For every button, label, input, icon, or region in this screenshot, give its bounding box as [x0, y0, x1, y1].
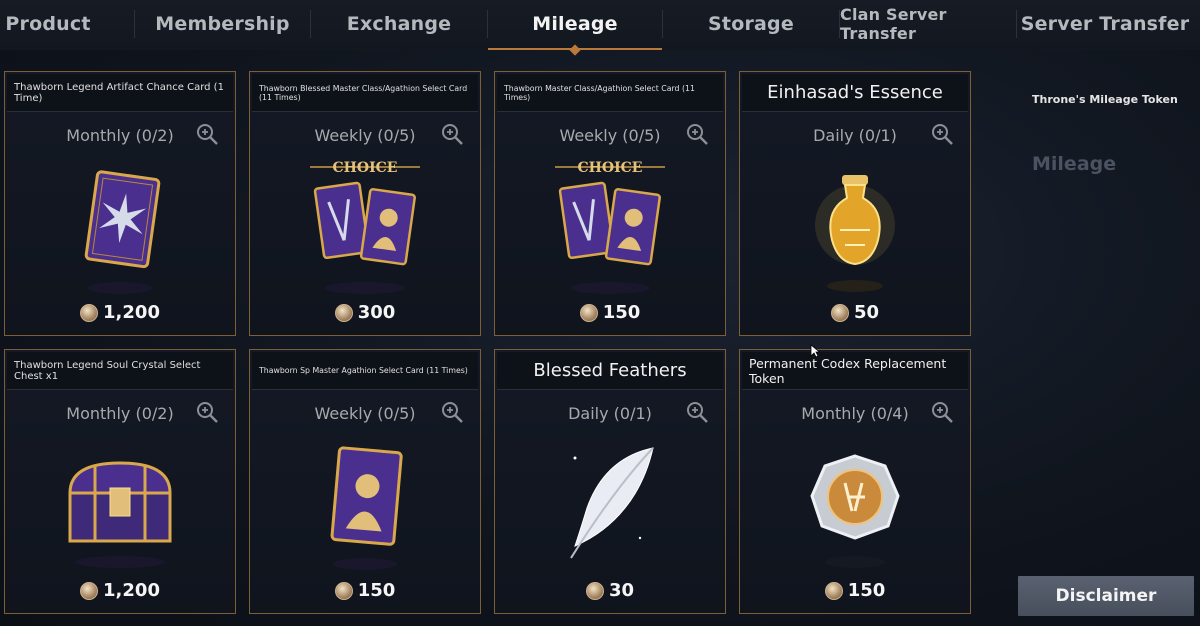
price-value: 1,200 — [103, 580, 160, 601]
card-title: Thawborn Legend Soul Crystal Select Ches… — [7, 352, 233, 390]
choice-cards-icon: CHOICE — [555, 160, 665, 294]
card-title: Thawborn Sp Master Agathion Select Card … — [252, 352, 478, 390]
price-value: 150 — [602, 302, 641, 323]
product-card-soul-crystal-chest[interactable]: Thawborn Legend Soul Crystal Select Ches… — [4, 349, 236, 614]
card-title: Permanent Codex Replacement Token — [742, 352, 968, 390]
product-card-einhasad-essence[interactable]: Einhasad's Essence Daily (0/1) 50 — [739, 71, 971, 336]
tab-server-transfer[interactable]: Server Transfer — [1017, 0, 1193, 48]
tab-product[interactable]: Product — [0, 0, 96, 48]
choice-badge: CHOICE — [578, 160, 643, 176]
mileage-coin-icon — [585, 581, 604, 600]
agathion-card-icon — [330, 446, 403, 570]
tab-storage[interactable]: Storage — [663, 0, 839, 48]
product-card-codex-replacement-token[interactable]: Permanent Codex Replacement Token Monthl… — [739, 349, 971, 614]
mileage-coin-icon — [80, 581, 99, 600]
choice-cards-icon: CHOICE — [310, 160, 420, 294]
zoom-icon[interactable] — [195, 400, 219, 424]
card-title: Thawborn Legend Artifact Chance Card (1 … — [7, 74, 233, 112]
product-card-sp-master-agathion[interactable]: Thawborn Sp Master Agathion Select Card … — [249, 349, 481, 614]
mileage-coin-icon — [334, 303, 353, 322]
artifact-card-icon — [84, 170, 161, 294]
product-card-artifact-chance[interactable]: Thawborn Legend Artifact Chance Card (1 … — [4, 71, 236, 336]
card-title: Thawborn Master Class/Agathion Select Ca… — [497, 74, 723, 112]
mileage-coin-icon — [830, 303, 849, 322]
feather-icon — [570, 447, 654, 559]
mileage-coin-icon — [334, 581, 353, 600]
zoom-icon[interactable] — [195, 122, 219, 146]
mileage-balance-label: Mileage — [1032, 153, 1117, 175]
tab-membership[interactable]: Membership — [135, 0, 310, 48]
card-title: Einhasad's Essence — [742, 74, 968, 112]
mileage-coin-icon — [579, 303, 598, 322]
price: 300 — [250, 302, 480, 323]
product-card-blessed-master-select[interactable]: Thawborn Blessed Master Class/Agathion S… — [249, 71, 481, 336]
tab-exchange[interactable]: Exchange — [311, 0, 487, 48]
zoom-icon[interactable] — [930, 122, 954, 146]
top-tab-bar: Product Membership Exchange Mileage Stor… — [0, 0, 1200, 50]
choice-badge: CHOICE — [333, 160, 398, 176]
card-title: Blessed Feathers — [497, 352, 723, 390]
tab-mileage[interactable]: Mileage — [488, 0, 662, 50]
mouse-cursor-icon — [810, 344, 820, 358]
price: 1,200 — [5, 580, 235, 601]
tab-clan-server-transfer[interactable]: Clan Server Transfer — [840, 0, 1016, 48]
codex-token-icon — [810, 454, 900, 568]
zoom-icon[interactable] — [685, 400, 709, 424]
price-value: 30 — [608, 580, 635, 601]
product-card-blessed-feathers[interactable]: Blessed Feathers Daily (0/1) 30 — [494, 349, 726, 614]
price: 150 — [250, 580, 480, 601]
price: 150 — [495, 302, 725, 323]
disclaimer-button[interactable]: Disclaimer — [1018, 576, 1194, 616]
mileage-coin-icon — [80, 303, 99, 322]
price: 30 — [495, 580, 725, 601]
golden-vase-icon — [815, 175, 895, 292]
price-value: 50 — [853, 302, 880, 323]
product-card-master-class-select[interactable]: Thawborn Master Class/Agathion Select Ca… — [494, 71, 726, 336]
price: 150 — [740, 580, 970, 601]
price-value: 150 — [357, 580, 396, 601]
card-title: Thawborn Blessed Master Class/Agathion S… — [252, 74, 478, 112]
zoom-icon[interactable] — [440, 122, 464, 146]
treasure-chest-icon — [68, 461, 172, 568]
price: 1,200 — [5, 302, 235, 323]
mileage-coin-icon — [824, 581, 843, 600]
zoom-icon[interactable] — [930, 400, 954, 424]
price: 50 — [740, 302, 970, 323]
price-value: 1,200 — [103, 302, 160, 323]
price-value: 300 — [357, 302, 396, 323]
price-value: 150 — [847, 580, 886, 601]
mileage-token-label: Throne's Mileage Token — [1032, 93, 1178, 106]
zoom-icon[interactable] — [685, 122, 709, 146]
zoom-icon[interactable] — [440, 400, 464, 424]
